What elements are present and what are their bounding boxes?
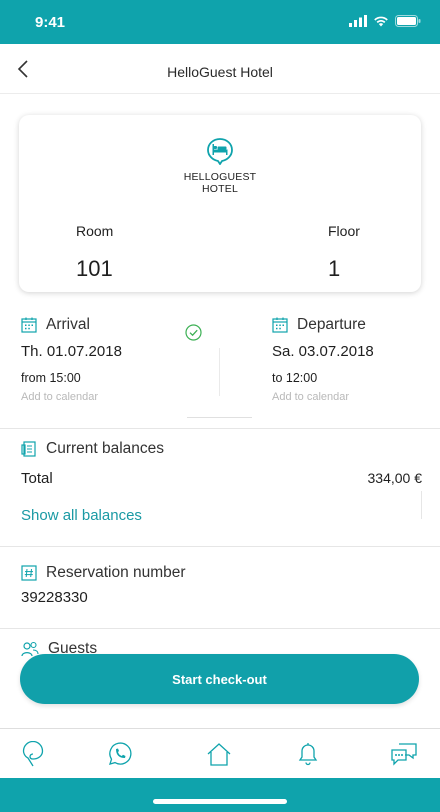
home-icon [207,743,231,766]
room-card: HELLOGUEST HOTEL Room 101 Floor 1 [19,115,421,292]
bell-icon [298,743,318,766]
check-circle-icon [185,324,202,341]
status-icons [349,15,421,27]
page-title: HelloGuest Hotel [167,64,273,80]
divider [0,546,440,547]
arrival-section: Arrival Th. 01.07.2018 from 15:00 Add to… [21,316,122,403]
start-checkout-button[interactable]: Start check-out [20,654,419,704]
hotel-bed-icon [207,138,233,166]
content-scroll[interactable]: HELLOGUEST HOTEL Room 101 Floor 1 Arriva… [0,94,440,728]
tab-bar [0,728,440,778]
phone-icon [109,742,132,765]
reservation-number: 39228330 [21,589,88,606]
balances-section: Current balances Total 334,00 € Show all… [0,431,440,539]
tab-call[interactable] [105,739,135,769]
arrival-time: from 15:00 [21,371,81,385]
departure-add-to-calendar[interactable]: Add to calendar [272,391,374,403]
tab-location[interactable] [18,739,48,769]
date-divider [219,348,220,396]
room-label: Room [76,223,114,239]
signal-icon [349,15,367,27]
logo-line-1: HELLOGUEST [183,171,257,183]
calendar-icon [272,317,288,333]
chat-icon [391,743,417,766]
stay-dates: Arrival Th. 01.07.2018 from 15:00 Add to… [0,316,440,424]
status-time: 9:41 [35,14,66,31]
balance-divider [421,491,422,519]
floor-number: 1 [328,256,341,281]
arrival-label: Arrival [46,316,90,333]
tab-home[interactable] [204,739,234,769]
receipt-icon [21,441,36,457]
divider [0,428,440,429]
total-amount: 334,00 € [367,470,423,486]
room-number: 101 [76,256,113,281]
status-bar: 9:41 [0,0,440,44]
battery-icon [395,15,421,27]
departure-section: Departure Sa. 03.07.2018 to 12:00 Add to… [272,316,374,403]
floor-label: Floor [328,223,360,239]
tab-messages[interactable] [389,739,419,769]
home-indicator-area [0,778,440,812]
departure-time: to 12:00 [272,371,318,385]
departure-date: Sa. 03.07.2018 [272,343,374,360]
hash-icon [21,565,37,581]
logo-line-2: HOTEL [201,183,238,195]
arrival-add-to-calendar[interactable]: Add to calendar [21,391,122,403]
departure-label: Departure [297,316,366,333]
total-label: Total [21,470,53,487]
map-pin-icon [22,741,44,767]
tab-notifications[interactable] [293,739,323,769]
home-indicator[interactable] [153,799,287,804]
hotel-logo: HELLOGUEST HOTEL [19,137,421,194]
calendar-icon [21,317,37,333]
balances-title: Current balances [46,440,165,457]
date-underline [187,417,252,418]
show-all-balances-link[interactable]: Show all balances [21,507,142,524]
reservation-title: Reservation number [46,564,186,581]
arrival-date: Th. 01.07.2018 [21,343,122,360]
divider [0,628,440,629]
wifi-icon [374,16,388,27]
nav-bar: HelloGuest Hotel [0,44,440,94]
